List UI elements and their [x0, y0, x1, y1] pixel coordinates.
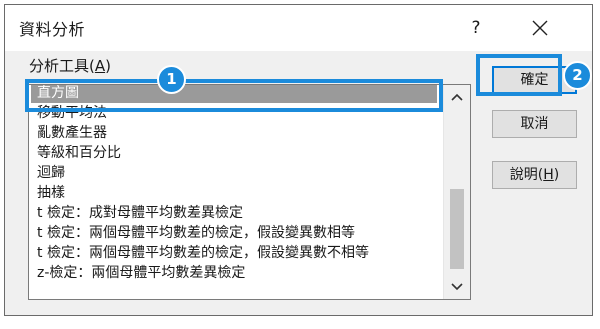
step-badge-2: 2: [563, 61, 592, 90]
data-analysis-dialog: 資料分析 ? 分析工具(A) 直方圖 移動平均法 亂數產生器 等級和百分比 迴歸…: [4, 4, 593, 316]
list-item-t-test-paired[interactable]: t 檢定：成對母體平均數差異檢定: [37, 203, 437, 223]
analysis-tools-listbox[interactable]: 直方圖 移動平均法 亂數產生器 等級和百分比 迴歸 抽樣 t 檢定：成對母體平均…: [28, 84, 471, 300]
analysis-tools-label-text: 分析工具(: [29, 57, 95, 75]
list-item-sampling[interactable]: 抽樣: [37, 183, 437, 203]
chevron-down-icon: [451, 283, 463, 291]
list-item-rank-and-percentile[interactable]: 等級和百分比: [37, 143, 437, 163]
analysis-tools-access-key: A: [94, 57, 106, 75]
list-item-z-test[interactable]: z-檢定：兩個母體平均數差異檢定: [37, 263, 437, 283]
dialog-title: 資料分析: [19, 20, 86, 39]
help-button[interactable]: 說明(H): [492, 161, 577, 189]
list-scrollbar[interactable]: [443, 85, 470, 299]
list-item-regression[interactable]: 迴歸: [37, 163, 437, 183]
scroll-thumb[interactable]: [450, 189, 464, 269]
title-bar: 資料分析 ?: [5, 5, 592, 51]
close-icon: [532, 20, 548, 36]
list-item-moving-average[interactable]: 移動平均法: [37, 103, 437, 123]
close-button[interactable]: [520, 13, 560, 43]
scroll-down-button[interactable]: [444, 275, 470, 299]
list-item-histogram[interactable]: 直方圖: [31, 85, 437, 103]
list-item-random-number-generator[interactable]: 亂數產生器: [37, 123, 437, 143]
step-badge-1: 1: [157, 65, 186, 94]
help-button-access-key: H: [543, 167, 554, 183]
list-item-t-test-unequal-variances[interactable]: t 檢定：兩個母體平均數差的檢定，假設變異數不相等: [37, 243, 437, 263]
list-item-t-test-equal-variances[interactable]: t 檢定：兩個母體平均數差的檢定，假設變異數相等: [37, 223, 437, 243]
help-button-text: 說明(: [509, 167, 544, 183]
help-question-button[interactable]: ?: [461, 13, 491, 43]
chevron-up-icon: [451, 93, 463, 101]
analysis-tools-label-suffix: ): [105, 57, 111, 75]
help-button-suffix: ): [553, 167, 560, 183]
cancel-button[interactable]: 取消: [492, 110, 577, 138]
analysis-tools-list: 直方圖 移動平均法 亂數產生器 等級和百分比 迴歸 抽樣 t 檢定：成對母體平均…: [29, 85, 443, 299]
scroll-up-button[interactable]: [444, 85, 470, 109]
analysis-tools-label: 分析工具(A): [29, 55, 111, 76]
